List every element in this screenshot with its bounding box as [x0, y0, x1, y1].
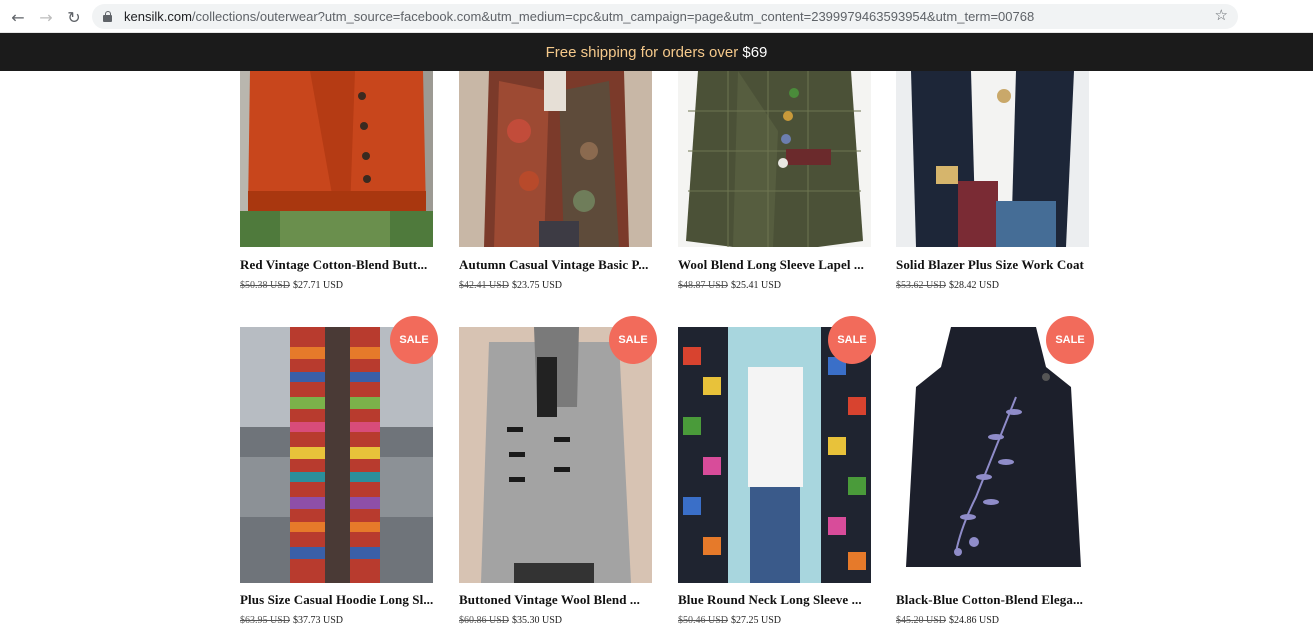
address-bar[interactable]: kensilk.com/collections/outerwear?utm_so… [92, 4, 1238, 29]
sale-price: $24.86 USD [949, 615, 1000, 626]
product-title[interactable]: Autumn Casual Vintage Basic P... [459, 257, 659, 273]
product-grid: Red Vintage Cotton-Blend Butt... $50.38 … [0, 71, 1313, 642]
product-title[interactable]: Black-Blue Cotton-Blend Elega... [896, 592, 1096, 608]
sale-price: $28.42 USD [949, 280, 1000, 291]
product-price: $60.86 USD $35.30 USD [459, 615, 562, 626]
compare-at-price: $63.95 USD [240, 615, 291, 626]
reload-icon[interactable]: ↻ [63, 6, 85, 28]
compare-at-price: $53.62 USD [896, 280, 947, 291]
product-image-granny-square-cardigan[interactable] [678, 327, 871, 583]
compare-at-price: $48.87 USD [678, 280, 729, 291]
compare-at-price: $50.38 USD [240, 280, 291, 291]
product-price: $50.38 USD $27.71 USD [240, 280, 343, 291]
back-arrow-icon[interactable]: ← [7, 6, 29, 28]
sale-price: $25.41 USD [731, 280, 782, 291]
forward-arrow-icon[interactable]: → [35, 6, 57, 28]
sale-price: $27.71 USD [293, 280, 344, 291]
sale-badge: SALE [1046, 316, 1094, 364]
product-image-floral-coat[interactable] [459, 71, 652, 247]
compare-at-price: $42.41 USD [459, 280, 510, 291]
product-title[interactable]: Red Vintage Cotton-Blend Butt... [240, 257, 440, 273]
product-title[interactable]: Wool Blend Long Sleeve Lapel ... [678, 257, 878, 273]
sale-price: $23.75 USD [512, 280, 563, 291]
url-text[interactable]: kensilk.com/collections/outerwear?utm_so… [124, 9, 1034, 24]
bookmark-star-icon[interactable]: ☆ [1215, 6, 1228, 24]
sale-price: $27.25 USD [731, 615, 782, 626]
url-host: kensilk.com [124, 9, 192, 24]
sale-badge: SALE [828, 316, 876, 364]
product-image-black-embroidered-jacket[interactable] [896, 327, 1089, 583]
product-title[interactable]: Plus Size Casual Hoodie Long Sl... [240, 592, 440, 608]
compare-at-price: $60.86 USD [459, 615, 510, 626]
product-title[interactable]: Solid Blazer Plus Size Work Coat [896, 257, 1096, 273]
sale-badge: SALE [390, 316, 438, 364]
url-path: /collections/outerwear?utm_source=facebo… [191, 9, 1035, 24]
product-image-red-cardigan[interactable] [240, 71, 433, 247]
compare-at-price: $50.46 USD [678, 615, 729, 626]
lock-icon[interactable] [103, 11, 112, 22]
product-image-navy-blazer[interactable] [896, 71, 1089, 247]
product-image-plaid-blazer[interactable] [678, 71, 871, 247]
announcement-amount: $69 [742, 43, 768, 61]
product-price: $53.62 USD $28.42 USD [896, 280, 999, 291]
product-price: $45.20 USD $24.86 USD [896, 615, 999, 626]
announcement-text: Free shipping for orders over $69 [546, 44, 768, 61]
sale-badge: SALE [609, 316, 657, 364]
product-title[interactable]: Buttoned Vintage Wool Blend ... [459, 592, 659, 608]
announcement-label: Free shipping for orders over [545, 43, 743, 61]
sale-price: $35.30 USD [512, 615, 563, 626]
browser-toolbar: ← → ↻ kensilk.com/collections/outerwear?… [0, 0, 1313, 33]
sale-price: $37.73 USD [293, 615, 344, 626]
announcement-bar: Free shipping for orders over $69 [0, 33, 1313, 71]
product-price: $42.41 USD $23.75 USD [459, 280, 562, 291]
product-title[interactable]: Blue Round Neck Long Sleeve ... [678, 592, 878, 608]
product-image-grey-wool-coat[interactable] [459, 327, 652, 583]
product-price: $48.87 USD $25.41 USD [678, 280, 781, 291]
compare-at-price: $45.20 USD [896, 615, 947, 626]
product-price: $50.46 USD $27.25 USD [678, 615, 781, 626]
product-price: $63.95 USD $37.73 USD [240, 615, 343, 626]
product-image-rainbow-hoodie[interactable] [240, 327, 433, 583]
